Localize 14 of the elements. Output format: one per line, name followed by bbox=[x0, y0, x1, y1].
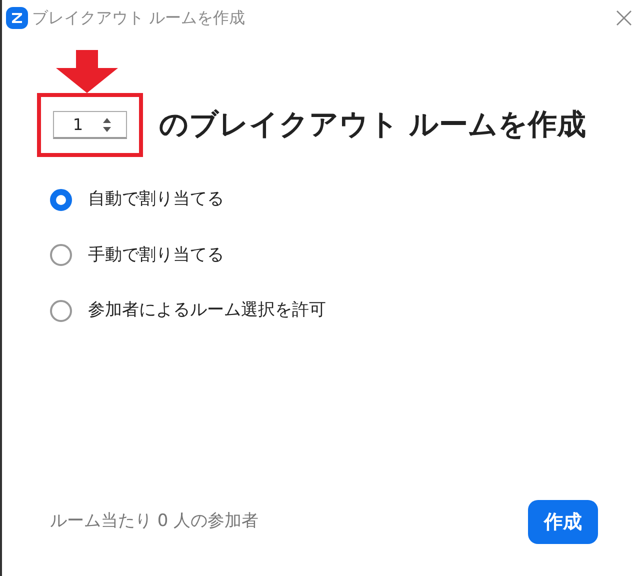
dialog-heading: のブレイクアウト ルームを作成 bbox=[159, 106, 586, 144]
window-title: ブレイクアウト ルームを作成 bbox=[32, 7, 246, 29]
radio-button[interactable] bbox=[50, 300, 72, 322]
radio-button[interactable] bbox=[50, 188, 72, 211]
create-button[interactable]: 作成 bbox=[528, 500, 598, 544]
close-icon[interactable] bbox=[616, 10, 632, 26]
option-label[interactable]: 参加者によるルーム選択を許可 bbox=[88, 298, 326, 324]
option-label[interactable]: 手動で割り当てる bbox=[88, 242, 224, 268]
spin-arrows-icon[interactable] bbox=[102, 116, 112, 134]
app-logo-icon bbox=[6, 7, 28, 29]
room-count-spinner[interactable]: 1 bbox=[53, 111, 127, 139]
option-label[interactable]: 自動で割り当てる bbox=[88, 187, 224, 212]
participants-per-room-text: ルーム当たり 0 人の参加者 bbox=[50, 510, 259, 533]
radio-button[interactable] bbox=[50, 244, 72, 266]
